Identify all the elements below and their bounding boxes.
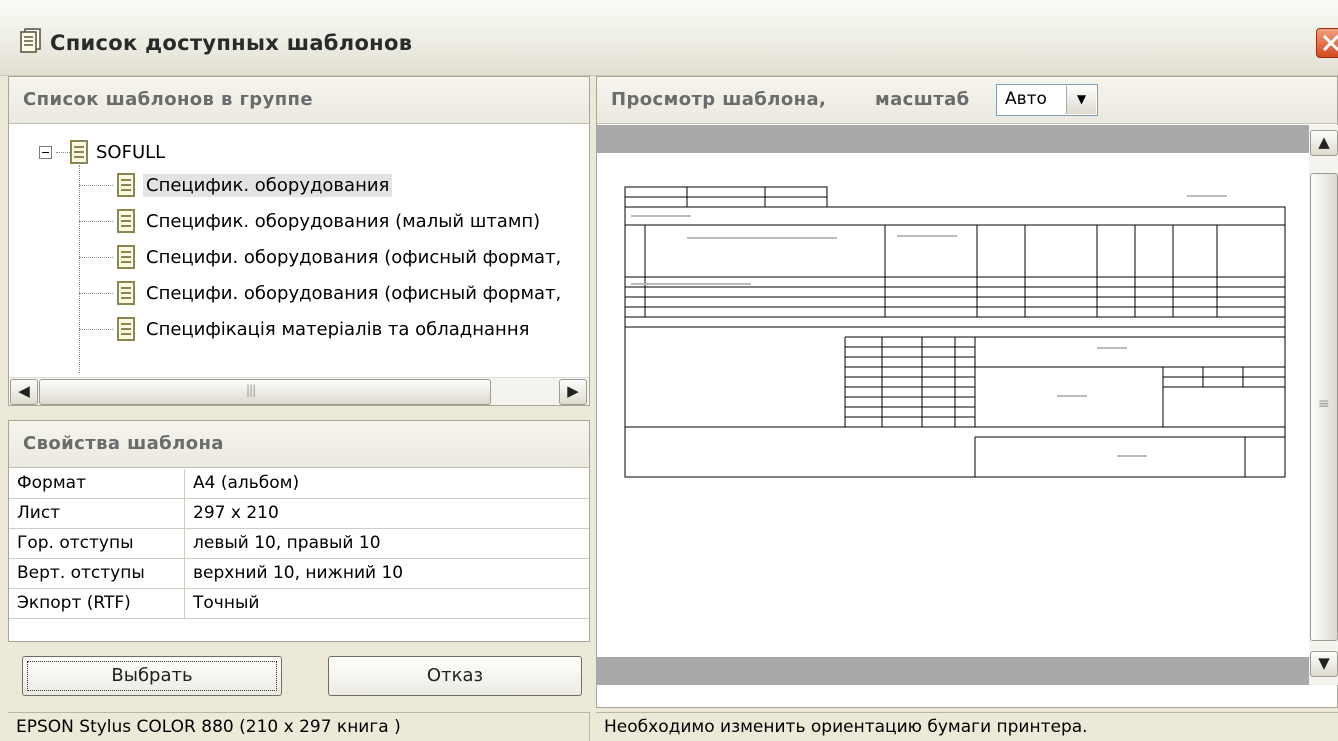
tree-item-label: Специфик. оборудования (малый штамп) xyxy=(146,210,541,232)
group-panel-header: Список шаблонов в группе xyxy=(9,77,589,124)
property-row: Гор. отступы левый 10, правый 10 xyxy=(9,529,589,559)
property-key: Верт. отступы xyxy=(9,559,185,588)
close-icon xyxy=(1322,34,1338,52)
printer-status: EPSON Stylus COLOR 880 (210 x 297 книга … xyxy=(8,712,590,741)
tree-connector xyxy=(79,221,113,222)
scale-select[interactable]: Авто ▼ xyxy=(996,84,1098,116)
orientation-status: Необходимо изменить ориентацию бумаги пр… xyxy=(596,712,1338,741)
title-bar: Список доступных шаблонов xyxy=(0,0,1338,76)
collapse-icon[interactable] xyxy=(39,145,52,159)
scroll-up-button[interactable]: ▲ xyxy=(1310,130,1338,156)
tree-connector xyxy=(79,165,80,373)
property-row: Формат А4 (альбом) xyxy=(9,469,589,499)
scroll-thumb[interactable] xyxy=(39,379,491,405)
preview-header-label: Просмотр шаблона, xyxy=(611,89,827,110)
scale-select-value: Авто xyxy=(1005,89,1047,109)
preview-panel-header: Просмотр шаблона, масштаб Авто ▼ xyxy=(597,77,1337,124)
tree-root-label: SOFULL xyxy=(96,141,166,163)
scroll-down-button[interactable]: ▼ xyxy=(1310,651,1338,677)
template-properties-panel: Свойства шаблона Формат А4 (альбом) Лист… xyxy=(8,420,590,642)
select-button[interactable]: Выбрать xyxy=(22,656,282,696)
tree-connector xyxy=(79,329,113,330)
property-row: Лист 297 x 210 xyxy=(9,499,589,529)
scroll-left-button[interactable]: ◀ xyxy=(10,379,38,405)
properties-panel-header: Свойства шаблона xyxy=(9,421,589,468)
template-tree[interactable]: SOFULL Специфик. оборудования Специфик. … xyxy=(9,125,589,377)
template-list-icon xyxy=(20,28,41,53)
tree-item-label: Специфікація матеріалів та обладнання xyxy=(146,318,530,340)
tree-item-label: Специфи. оборудования (офисный формат, xyxy=(146,246,562,268)
tree-item-template[interactable]: Специфікація матеріалів та обладнання xyxy=(117,314,532,344)
tree-item-template[interactable]: Специфик. оборудования (малый штамп) xyxy=(117,206,543,236)
property-value: 297 x 210 xyxy=(193,503,279,523)
property-key: Экпорт (RTF) xyxy=(9,589,185,618)
template-group-icon xyxy=(70,140,88,164)
tree-item-label: Специфи. оборудования (офисный формат, xyxy=(146,282,562,304)
preview-margin-bottom xyxy=(597,657,1309,685)
tree-item-label: Специфик. оборудования xyxy=(143,173,393,197)
chevron-down-icon[interactable]: ▼ xyxy=(1066,86,1096,114)
tree-connector xyxy=(79,185,113,186)
property-key: Гор. отступы xyxy=(9,529,185,558)
cancel-button[interactable]: Отказ xyxy=(328,656,582,696)
template-group-panel: Список шаблонов в группе SOFULL Специфик… xyxy=(8,76,590,406)
tree-connector xyxy=(56,151,70,153)
scroll-thumb[interactable] xyxy=(1310,173,1338,641)
window-title: Список доступных шаблонов xyxy=(50,31,413,55)
group-header-label: Список шаблонов в группе xyxy=(23,89,313,110)
template-preview xyxy=(597,125,1309,685)
tree-connector xyxy=(79,293,113,294)
template-file-icon xyxy=(117,209,135,233)
property-row: Верт. отступы верхний 10, нижний 10 xyxy=(9,559,589,589)
template-file-icon xyxy=(117,281,135,305)
scroll-right-button[interactable]: ▶ xyxy=(559,379,587,405)
close-button[interactable] xyxy=(1316,28,1338,58)
template-page-drawing xyxy=(624,186,1286,478)
tree-root-sofull[interactable]: SOFULL xyxy=(39,139,165,165)
preview-vertical-scrollbar[interactable]: ▲ ▼ xyxy=(1309,125,1338,685)
property-value: левый 10, правый 10 xyxy=(193,533,381,553)
property-value: верхний 10, нижний 10 xyxy=(193,563,404,583)
tree-item-template[interactable]: Специфик. оборудования xyxy=(117,170,393,200)
property-key: Лист xyxy=(9,499,185,528)
property-key: Формат xyxy=(9,469,185,498)
template-file-icon xyxy=(117,317,135,341)
property-value: А4 (альбом) xyxy=(193,473,300,493)
tree-connector xyxy=(79,257,113,258)
template-file-icon xyxy=(117,173,135,197)
tree-item-template[interactable]: Специфи. оборудования (офисный формат, xyxy=(117,242,564,272)
property-row: Экпорт (RTF) Точный xyxy=(9,589,589,619)
preview-panel: Просмотр шаблона, масштаб Авто ▼ ▲ ≡ ▼ xyxy=(596,76,1338,708)
properties-header-label: Свойства шаблона xyxy=(23,433,224,454)
tree-horizontal-scrollbar[interactable]: ◀ ▶ xyxy=(9,377,589,405)
template-file-icon xyxy=(117,245,135,269)
tree-item-template[interactable]: Специфи. оборудования (офисный формат, xyxy=(117,278,564,308)
property-value: Точный xyxy=(193,593,260,613)
scale-label: масштаб xyxy=(875,89,970,110)
